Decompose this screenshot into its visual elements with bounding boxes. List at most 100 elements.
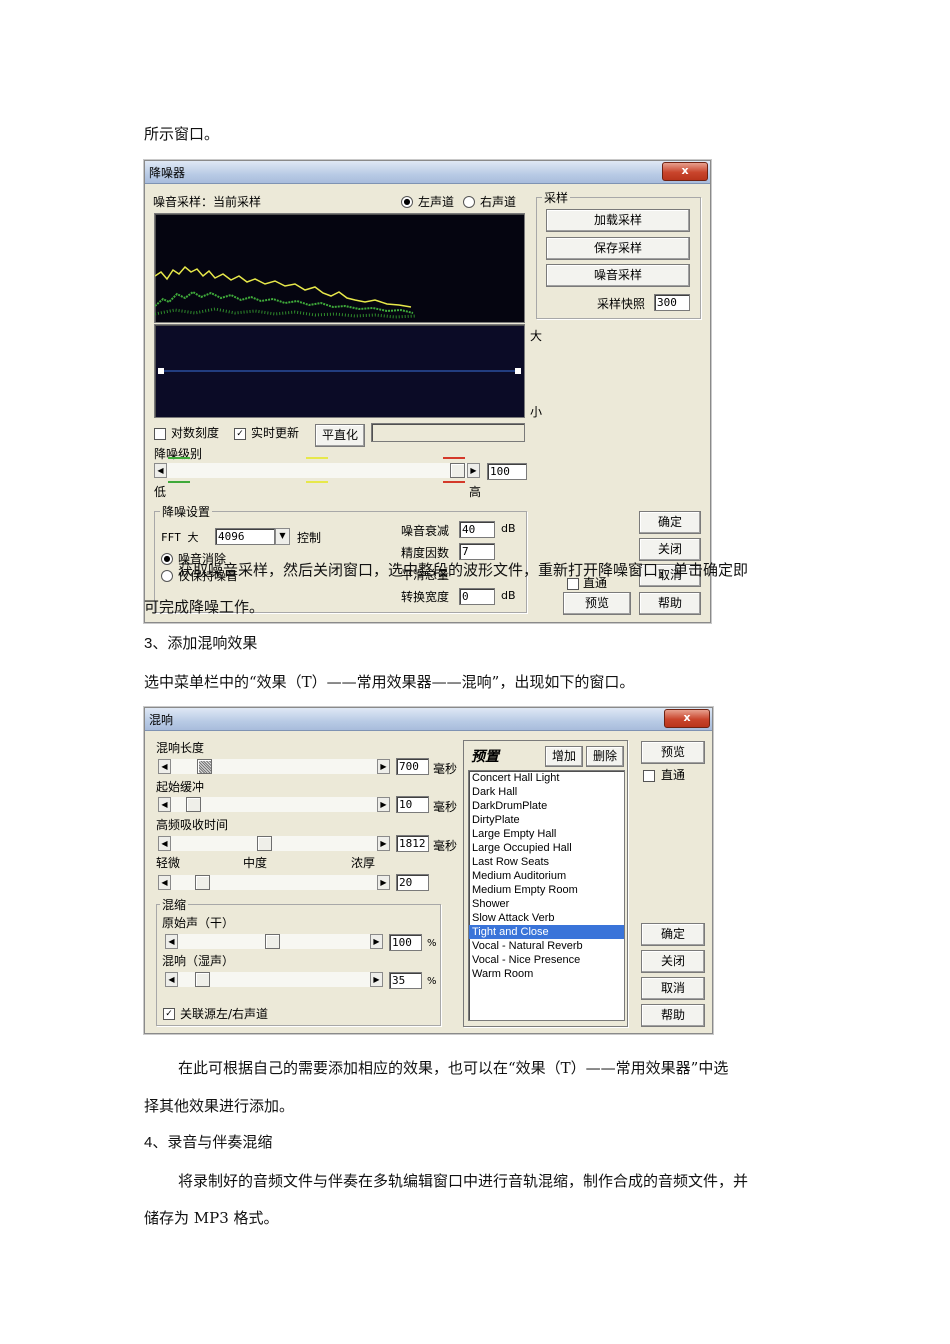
help-button[interactable]: 帮助 bbox=[641, 1004, 705, 1027]
depth-left-arrow[interactable]: ◀ bbox=[158, 875, 171, 890]
preset-item[interactable]: Large Occupied Hall bbox=[469, 841, 624, 855]
length-right-arrow[interactable]: ▶ bbox=[377, 759, 390, 774]
level-right-arrow[interactable]: ▶ bbox=[467, 463, 480, 478]
close-button[interactable]: x bbox=[662, 162, 708, 181]
remove-noise-radio[interactable]: ● bbox=[161, 553, 173, 565]
wet-left-arrow[interactable]: ◀ bbox=[165, 972, 178, 987]
last-text-line2: 储存为 MP3 格式。 bbox=[144, 1209, 279, 1227]
preset-item[interactable]: Medium Empty Room bbox=[469, 883, 624, 897]
hf-right-arrow[interactable]: ▶ bbox=[377, 836, 390, 851]
wet-input[interactable]: 35 bbox=[389, 972, 422, 989]
length-input[interactable]: 700 bbox=[396, 758, 429, 775]
close-button[interactable]: x bbox=[664, 709, 710, 728]
fft-dropdown-arrow[interactable]: ▼ bbox=[275, 528, 290, 545]
fft-select[interactable]: 4096 bbox=[215, 528, 275, 545]
flatten-button[interactable]: 平直化 bbox=[315, 424, 365, 447]
noise-level-svg bbox=[158, 368, 521, 374]
title-bar[interactable]: 混响 x bbox=[145, 708, 712, 731]
wet-slider-thumb[interactable] bbox=[195, 972, 210, 987]
depth-input[interactable]: 20 bbox=[396, 874, 429, 891]
left-channel-label: 左声道 bbox=[418, 195, 455, 209]
level-marker-green-2 bbox=[168, 481, 190, 483]
hf-slider-track[interactable] bbox=[171, 836, 377, 851]
preset-item[interactable]: Slow Attack Verb bbox=[469, 911, 624, 925]
attack-slider-thumb[interactable] bbox=[186, 797, 201, 812]
wet-right-arrow[interactable]: ▶ bbox=[370, 972, 383, 987]
dry-slider-thumb[interactable] bbox=[265, 934, 280, 949]
scale-big-label: 大 bbox=[530, 329, 543, 343]
preset-item[interactable]: Vocal - Natural Reverb bbox=[469, 939, 624, 953]
attack-right-arrow[interactable]: ▶ bbox=[377, 797, 390, 812]
preset-item[interactable]: Dark Hall bbox=[469, 785, 624, 799]
load-sample-button[interactable]: 加载采样 bbox=[546, 209, 690, 232]
hf-slider-thumb[interactable] bbox=[257, 836, 272, 851]
attack-input[interactable]: 10 bbox=[396, 796, 429, 813]
mix-group-label: 混缩 bbox=[160, 896, 189, 913]
depth-slider-thumb[interactable] bbox=[195, 875, 210, 890]
noise-sample-button[interactable]: 噪音采样 bbox=[546, 264, 690, 287]
dry-unit: % bbox=[427, 938, 437, 949]
depth-right-arrow[interactable]: ▶ bbox=[377, 875, 390, 890]
precision-input[interactable]: 7 bbox=[459, 543, 495, 560]
preset-item[interactable]: Vocal - Nice Presence bbox=[469, 953, 624, 967]
attack-slider-track[interactable] bbox=[171, 797, 377, 812]
length-unit: 毫秒 bbox=[433, 762, 458, 776]
realtime-checkbox[interactable]: ✓ bbox=[234, 428, 246, 440]
status-field bbox=[371, 423, 525, 442]
left-channel-radio[interactable]: ● bbox=[401, 196, 413, 208]
menu-instruction: 选中菜单栏中的“效果（T）——常用效果器——混响”，出现如下的窗口。 bbox=[144, 673, 635, 691]
log-scale-checkbox[interactable] bbox=[154, 428, 166, 440]
delete-preset-button[interactable]: 删除 bbox=[586, 746, 624, 767]
preset-item[interactable]: Shower bbox=[469, 897, 624, 911]
decay-input[interactable]: 40 bbox=[459, 521, 495, 538]
right-channel-radio[interactable] bbox=[463, 196, 475, 208]
after-text-line1: 在此可根据自己的需要添加相应的效果，也可以在“效果（T）——常用效果器”中选 bbox=[178, 1059, 729, 1077]
bypass-label: 直通 bbox=[661, 768, 686, 782]
yellow-noise-trace bbox=[154, 265, 412, 308]
level-marker-yellow bbox=[306, 457, 328, 459]
hf-left-arrow[interactable]: ◀ bbox=[158, 836, 171, 851]
noise-level-graph[interactable] bbox=[154, 324, 525, 418]
preset-item[interactable]: Large Empty Hall bbox=[469, 827, 624, 841]
preset-item[interactable]: Tight and Close bbox=[469, 925, 624, 939]
dry-right-arrow[interactable]: ▶ bbox=[370, 934, 383, 949]
preset-item[interactable]: DirtyPlate bbox=[469, 813, 624, 827]
attack-left-arrow[interactable]: ◀ bbox=[158, 797, 171, 812]
preset-item[interactable]: Medium Auditorium bbox=[469, 869, 624, 883]
preview-button[interactable]: 预览 bbox=[641, 741, 705, 764]
close-window-button[interactable]: 关闭 bbox=[641, 950, 705, 973]
preset-item[interactable]: DarkDrumPlate bbox=[469, 799, 624, 813]
level-slider-thumb[interactable] bbox=[450, 463, 465, 478]
noise-spectrum-display bbox=[154, 213, 525, 323]
keep-noise-radio[interactable] bbox=[161, 570, 173, 582]
level-marker-green bbox=[168, 457, 190, 459]
title-bar[interactable]: 降噪器 x bbox=[145, 161, 710, 184]
preset-item[interactable]: Last Row Seats bbox=[469, 855, 624, 869]
level-left-arrow[interactable]: ◀ bbox=[154, 463, 167, 478]
link-channels-checkbox[interactable]: ✓ bbox=[163, 1008, 175, 1020]
hf-input[interactable]: 1812 bbox=[396, 835, 429, 852]
close-window-button[interactable]: 关闭 bbox=[639, 538, 701, 561]
dry-left-arrow[interactable]: ◀ bbox=[165, 934, 178, 949]
add-preset-button[interactable]: 增加 bbox=[545, 746, 583, 767]
length-left-arrow[interactable]: ◀ bbox=[158, 759, 171, 774]
level-slider-track[interactable] bbox=[167, 463, 467, 478]
dry-input[interactable]: 100 bbox=[389, 934, 422, 951]
graph-handle-right bbox=[515, 368, 521, 374]
noise-reduction-window: 降噪器 x 噪音采样：当前采样 ● 左声道 右声道 大 小 采样 加载采样 保存… bbox=[144, 160, 711, 623]
preset-item[interactable]: Warm Room bbox=[469, 967, 624, 981]
preset-item[interactable]: Concert Hall Light bbox=[469, 771, 624, 785]
save-sample-button[interactable]: 保存采样 bbox=[546, 237, 690, 260]
bypass-checkbox[interactable] bbox=[643, 770, 655, 782]
snapshot-input[interactable]: 300 bbox=[654, 294, 690, 311]
ok-button[interactable]: 确定 bbox=[641, 923, 705, 946]
preset-list[interactable]: Concert Hall Light Dark Hall DarkDrumPlate… bbox=[468, 770, 625, 1021]
ok-button[interactable]: 确定 bbox=[639, 511, 701, 534]
length-slider-thumb[interactable] bbox=[197, 759, 212, 774]
overlap-text-line1: 获取噪音采样，然后关闭窗口，选中整段的波形文件，重新打开降噪窗口，单击确定即 bbox=[178, 561, 749, 579]
scale-small-label: 小 bbox=[530, 405, 543, 419]
fft-label: FFT 大 bbox=[161, 531, 199, 544]
cancel-button[interactable]: 取消 bbox=[641, 977, 705, 1000]
level-input[interactable]: 100 bbox=[487, 463, 527, 480]
green-noise-trace bbox=[154, 290, 414, 314]
